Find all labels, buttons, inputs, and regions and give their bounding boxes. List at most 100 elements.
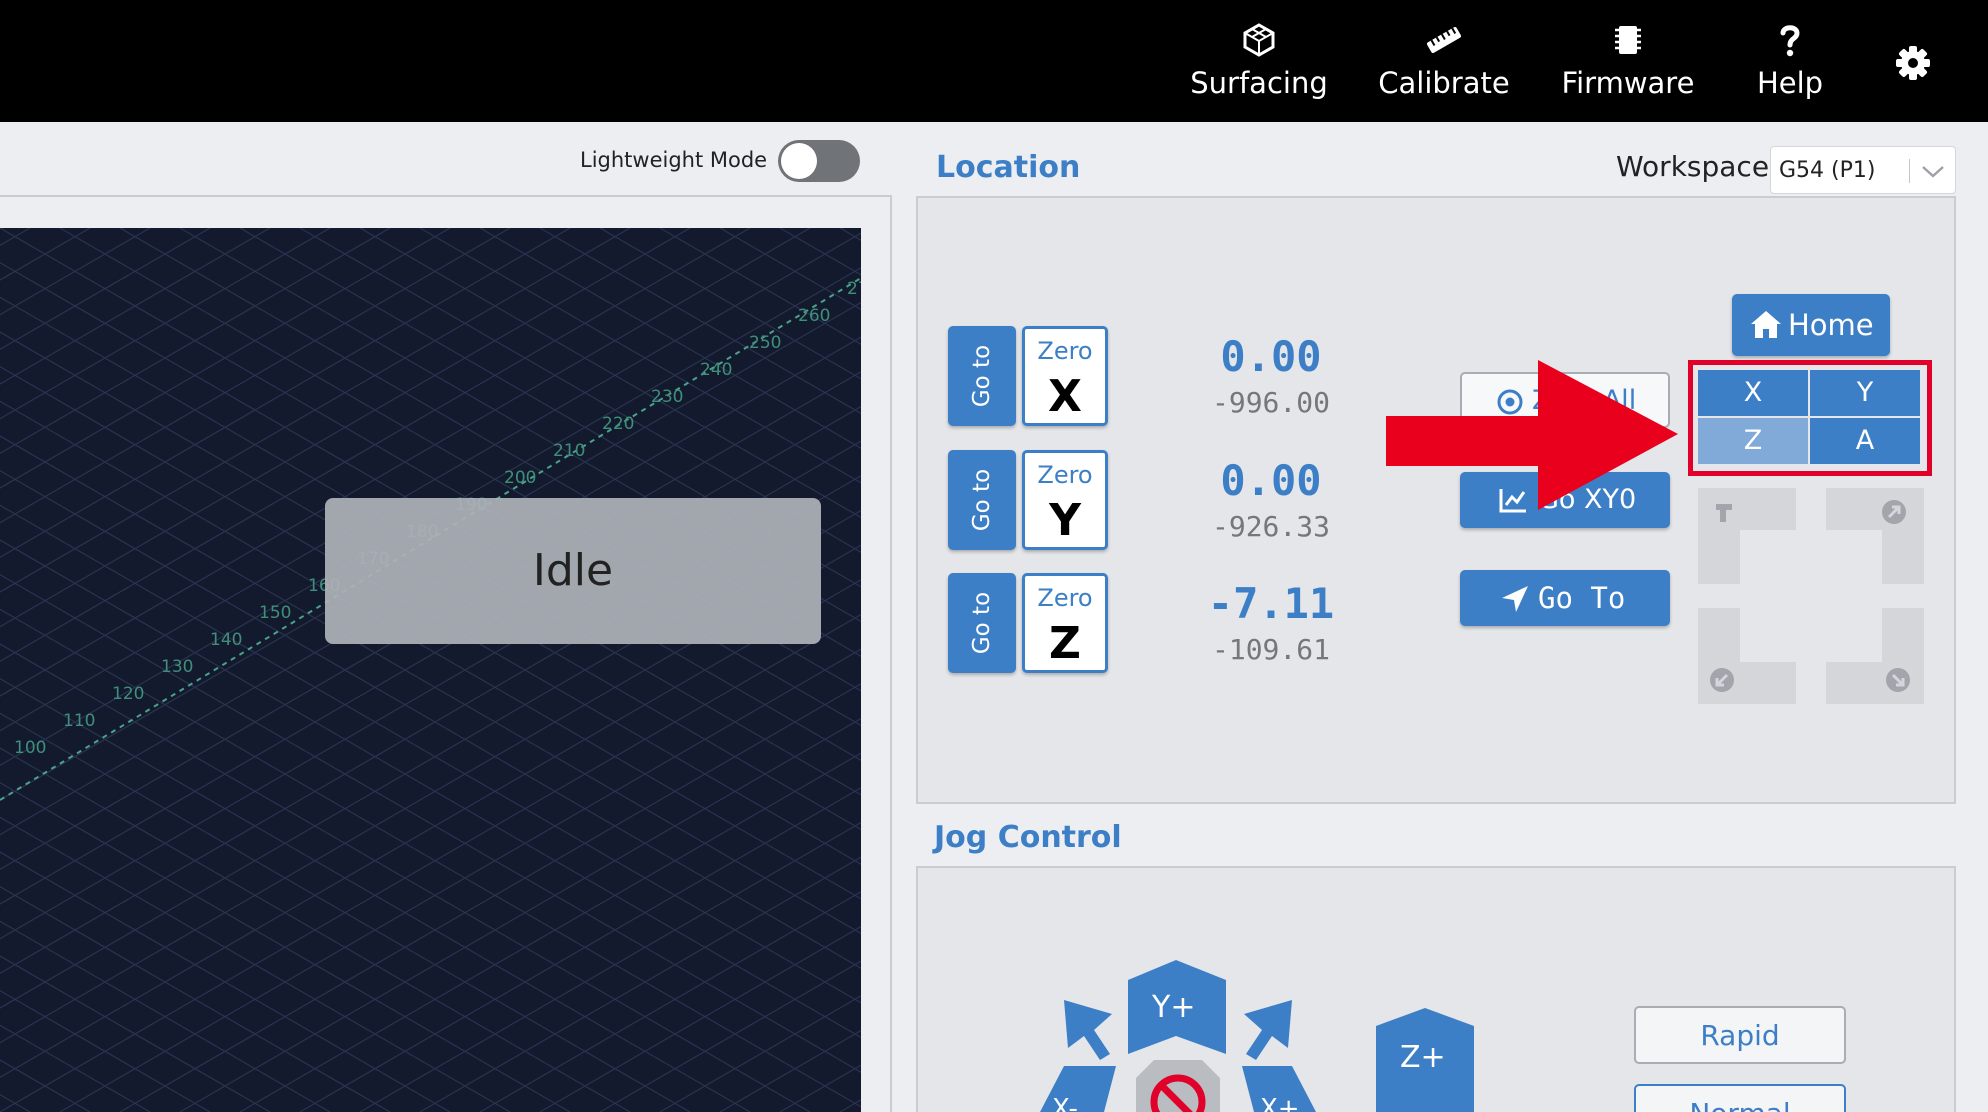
jog-y-plus-label: Y+ bbox=[1152, 990, 1196, 1025]
grid-line bbox=[119, 228, 861, 657]
goto-y-label: Go to bbox=[969, 468, 995, 532]
select-divider bbox=[1909, 159, 1910, 183]
grid-line bbox=[839, 228, 861, 241]
workspace-value: G54 (P1) bbox=[1779, 158, 1876, 183]
grid-line bbox=[239, 752, 861, 1112]
home-label: Home bbox=[1788, 308, 1874, 342]
annotation-arrow-icon bbox=[1386, 360, 1678, 510]
grid-line bbox=[0, 816, 511, 1112]
rapid-speed-button[interactable]: Rapid bbox=[1634, 1006, 1846, 1064]
rapid-speed-label: Rapid bbox=[1700, 1019, 1780, 1052]
grid-axis-label: 140 bbox=[210, 630, 242, 650]
x-work-coord: 0.00 bbox=[1220, 332, 1322, 381]
grid-line bbox=[239, 228, 861, 588]
grid-axis-label: 130 bbox=[161, 657, 193, 677]
zero-y-button[interactable]: Zero Y bbox=[1022, 450, 1108, 550]
grid-axis-label: 240 bbox=[700, 360, 732, 380]
chip-icon bbox=[1615, 26, 1641, 54]
grid-line bbox=[0, 1024, 151, 1112]
grid-axis-label: 230 bbox=[651, 387, 683, 407]
normal-speed-button[interactable]: Normal bbox=[1634, 1084, 1846, 1112]
workspace-select[interactable]: G54 (P1) bbox=[1770, 146, 1956, 194]
grid-line bbox=[0, 228, 631, 593]
grid-axis-label: 110 bbox=[63, 711, 95, 731]
grid-line bbox=[0, 747, 631, 1112]
help-icon bbox=[1780, 25, 1800, 57]
xy-jog-pad[interactable] bbox=[1020, 956, 1340, 1112]
zero-x-button[interactable]: Zero X bbox=[1022, 326, 1108, 426]
lightweight-mode-label: Lightweight Mode bbox=[580, 148, 768, 172]
nav-firmware-label: Firmware bbox=[1561, 66, 1695, 100]
grid-line bbox=[359, 821, 861, 1112]
jog-x-plus-label: X+ bbox=[1260, 1094, 1300, 1112]
workspace-label: Workspace: bbox=[1616, 150, 1779, 183]
zero-x-axis: X bbox=[1048, 371, 1082, 422]
grid-line bbox=[0, 228, 751, 663]
grid-line bbox=[839, 1099, 861, 1112]
gear-icon[interactable] bbox=[1894, 44, 1932, 82]
nav-surfacing-label: Surfacing bbox=[1190, 66, 1328, 100]
grid-line bbox=[719, 1029, 861, 1112]
zero-x-label: Zero bbox=[1037, 337, 1093, 365]
grid-axis-label: 270 bbox=[847, 279, 861, 299]
grid-line bbox=[119, 683, 861, 1112]
machine-state-text: Idle bbox=[532, 545, 614, 596]
surfacing-icon bbox=[1243, 23, 1275, 57]
x-machine-coord: -996.00 bbox=[1211, 386, 1330, 419]
grid-axis-label: 100 bbox=[14, 738, 46, 758]
grid-axis-label: 260 bbox=[798, 306, 830, 326]
visualizer-canvas[interactable]: 1001101201301401501601701801902002102202… bbox=[0, 228, 861, 1112]
ruler-icon bbox=[1427, 27, 1461, 53]
grid-axis-label: 220 bbox=[602, 414, 634, 434]
arrow-up-right-icon bbox=[1882, 500, 1906, 524]
grid-line bbox=[479, 228, 861, 449]
nav-help-label: Help bbox=[1756, 66, 1824, 100]
zero-z-axis: Z bbox=[1049, 618, 1081, 669]
grid-axis-label: 200 bbox=[504, 468, 536, 488]
machine-corner-icon bbox=[1716, 504, 1732, 522]
highlight-box bbox=[1688, 360, 1932, 476]
grid-axis-label: 250 bbox=[749, 333, 781, 353]
grid-line bbox=[0, 1093, 31, 1112]
grid-line bbox=[0, 228, 511, 524]
go-to-label: Go To bbox=[1538, 581, 1626, 615]
zero-y-label: Zero bbox=[1037, 461, 1093, 489]
zero-z-label: Zero bbox=[1037, 584, 1093, 612]
nav-calibrate[interactable]: Calibrate bbox=[1374, 20, 1514, 110]
y-machine-coord: -926.33 bbox=[1211, 510, 1330, 543]
grid-axis-label: 150 bbox=[259, 603, 291, 623]
jog-z-plus-label: Z+ bbox=[1400, 1040, 1446, 1075]
machine-state-panel: Idle bbox=[325, 498, 821, 644]
grid-line bbox=[719, 228, 861, 311]
visualizer-grid: 1001101201301401501601701801902002102202… bbox=[0, 228, 861, 1112]
grid-line bbox=[0, 885, 391, 1112]
home-button[interactable]: Home bbox=[1732, 294, 1890, 356]
jog-x-plus-y-plus-button[interactable] bbox=[1244, 1000, 1292, 1060]
grid-axis-label: 120 bbox=[112, 684, 144, 704]
lightweight-mode-toggle[interactable] bbox=[778, 140, 860, 182]
go-to-button[interactable]: Go To bbox=[1460, 570, 1670, 626]
goto-z-button[interactable]: Go to bbox=[948, 573, 1016, 673]
nav-help[interactable]: Help bbox=[1742, 20, 1838, 110]
top-nav-bar: Surfacing Calibrate Firmware Help bbox=[0, 0, 1988, 122]
zero-y-axis: Y bbox=[1049, 495, 1081, 546]
z-work-coord: -7.11 bbox=[1207, 579, 1335, 628]
jog-x-minus-y-plus-button[interactable] bbox=[1064, 1000, 1112, 1060]
grid-line bbox=[0, 677, 751, 1112]
grid-line bbox=[0, 228, 151, 316]
location-arrow-icon bbox=[1502, 586, 1528, 612]
grid-line bbox=[0, 228, 31, 247]
zero-z-button[interactable]: Zero Z bbox=[1022, 573, 1108, 673]
location-title: Location bbox=[936, 150, 1081, 185]
home-icon bbox=[1751, 311, 1781, 338]
goto-y-button[interactable]: Go to bbox=[948, 450, 1016, 550]
nav-firmware[interactable]: Firmware bbox=[1560, 20, 1696, 110]
toggle-knob bbox=[781, 143, 817, 179]
jog-control-title: Jog Control bbox=[934, 820, 1122, 855]
nav-surfacing[interactable]: Surfacing bbox=[1186, 20, 1332, 110]
grid-axis-label: 210 bbox=[553, 441, 585, 461]
goto-x-button[interactable]: Go to bbox=[948, 326, 1016, 426]
z-machine-coord: -109.61 bbox=[1211, 633, 1330, 666]
y-work-coord: 0.00 bbox=[1220, 456, 1322, 505]
chevron-down-icon bbox=[1922, 166, 1944, 178]
